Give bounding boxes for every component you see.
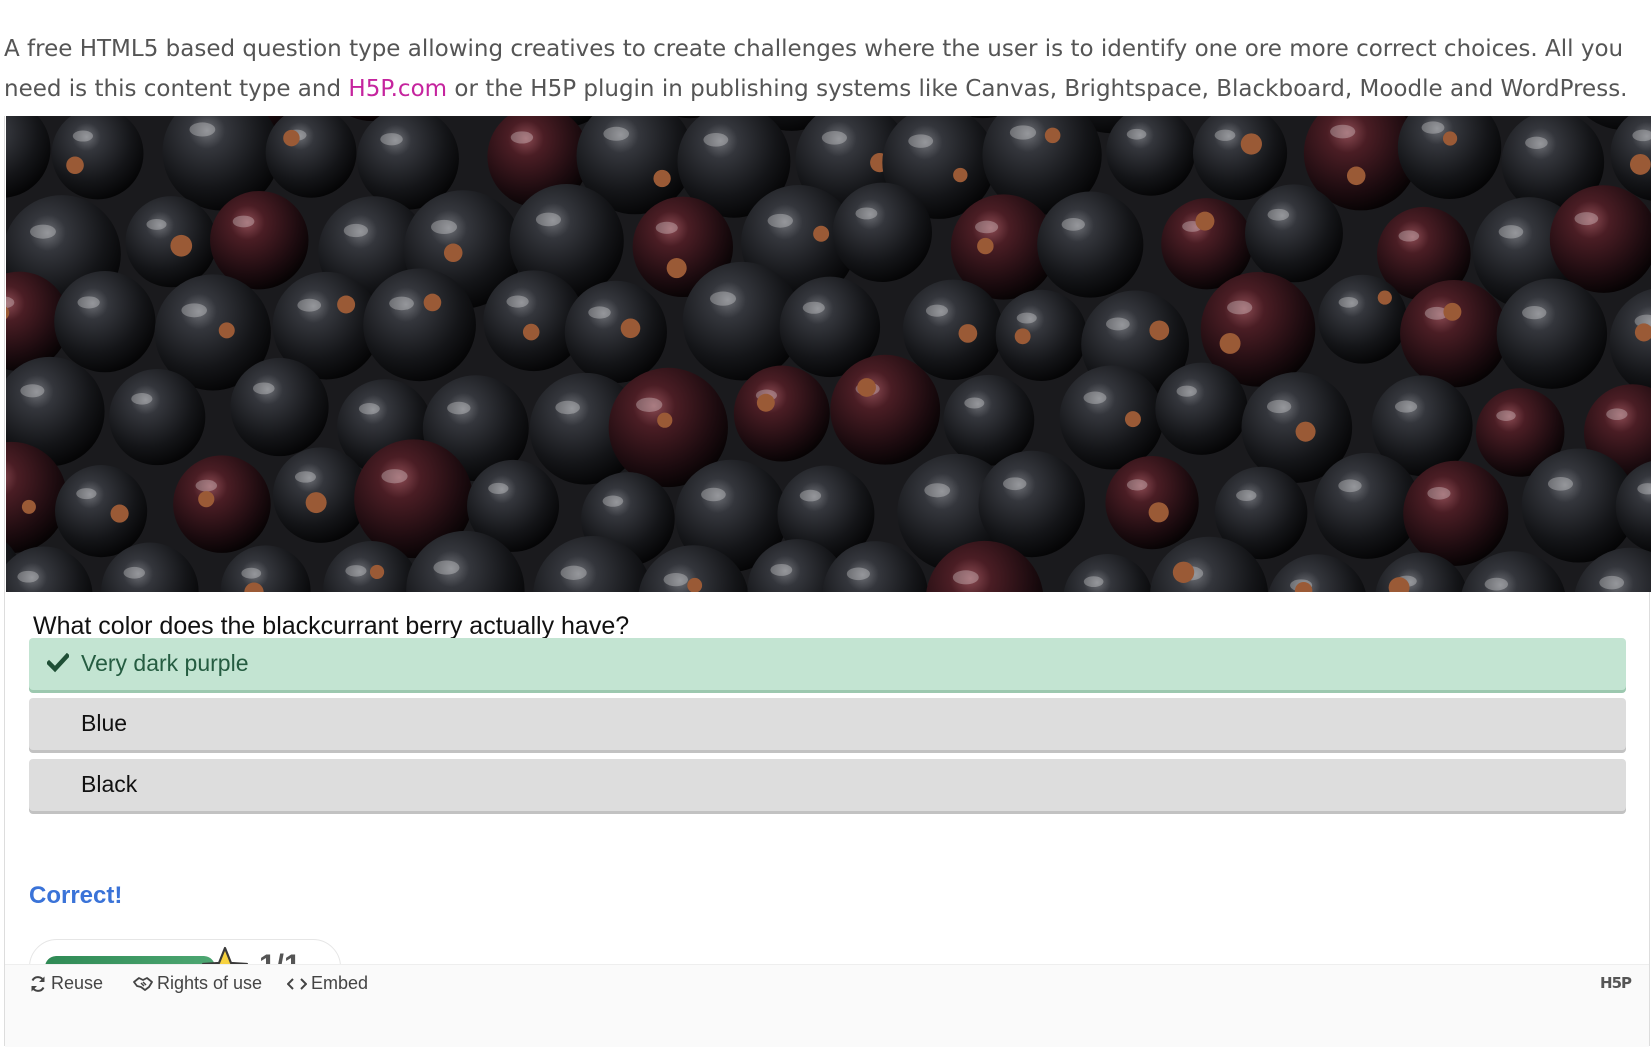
- intro-paragraph: A free HTML5 based question type allowin…: [4, 29, 1644, 109]
- berry-shape: [1496, 278, 1608, 389]
- berry-shape: [1105, 455, 1199, 550]
- embed-button[interactable]: Embed: [286, 965, 369, 1001]
- berry-shape: [220, 545, 311, 592]
- berry-shape: [733, 365, 830, 462]
- berry-shape: [1268, 554, 1366, 592]
- berry-shape: [230, 357, 329, 457]
- intro-text-after: or the H5P plugin in publishing systems …: [447, 76, 1628, 102]
- berry-shape: [272, 447, 369, 543]
- berry-shape: [1318, 274, 1408, 364]
- berry-shape: [1245, 184, 1343, 283]
- berry-shape: [54, 271, 156, 373]
- checkmark-icon: [47, 653, 69, 673]
- berry-shape: [6, 546, 93, 592]
- berry-shape: [1037, 191, 1144, 298]
- h5p-content: What color does the blackcurrant berry a…: [4, 116, 1651, 1047]
- berry-shape: [832, 182, 932, 283]
- berry-shape: [995, 289, 1087, 382]
- berry-shape: [1397, 116, 1502, 199]
- answer-option-black[interactable]: Black: [29, 759, 1626, 811]
- berry-shape: [210, 190, 309, 290]
- berry-shape: [363, 268, 476, 382]
- berry-shape: [109, 368, 206, 466]
- berry-shape: [1609, 288, 1651, 395]
- berry-shape: [1063, 553, 1153, 592]
- answer-label: Blue: [81, 710, 128, 736]
- berry-shape: [55, 465, 148, 558]
- berry-shape: [173, 455, 271, 553]
- reuse-icon: [31, 976, 45, 993]
- berry-shape: [1106, 116, 1196, 196]
- berry-shape: [125, 196, 217, 288]
- h5p-logo[interactable]: H5P: [1600, 965, 1632, 1001]
- berry-shape: [978, 450, 1085, 558]
- blackcurrant-image: [6, 116, 1651, 592]
- answer-label: Very dark purple: [81, 650, 249, 676]
- rights-label: Rights of use: [157, 973, 263, 993]
- embed-label: Embed: [311, 973, 369, 993]
- berry-shape: [1059, 365, 1164, 470]
- berry-shape: [1193, 116, 1288, 201]
- rights-of-use-button[interactable]: Rights of use: [133, 965, 262, 1001]
- berry-shape: [51, 116, 144, 200]
- berry-shape: [1403, 460, 1509, 566]
- answer-label: Black: [81, 771, 138, 797]
- h5p-actions-footer: Reuse Rights of use Embed H5P: [5, 964, 1649, 1047]
- berry-shape: [1400, 279, 1508, 388]
- berry-shape: [1155, 362, 1248, 455]
- berry-shape: [265, 116, 357, 198]
- answer-option-blue[interactable]: Blue: [29, 698, 1626, 750]
- feedback-text: Correct!: [29, 882, 123, 909]
- berry-shape: [6, 116, 51, 198]
- berry-shape: [902, 279, 1004, 380]
- answer-option-very-dark-purple[interactable]: Very dark purple: [29, 638, 1626, 690]
- reuse-button[interactable]: Reuse: [29, 965, 103, 1001]
- berry-shape: [830, 354, 941, 465]
- question-text: What color does the blackcurrant berry a…: [33, 612, 630, 640]
- embed-icon: [286, 978, 308, 990]
- h5p-com-link[interactable]: H5P.com: [348, 76, 447, 102]
- handshake-icon: [133, 977, 153, 992]
- berry-shape: [564, 280, 667, 384]
- reuse-label: Reuse: [51, 973, 104, 993]
